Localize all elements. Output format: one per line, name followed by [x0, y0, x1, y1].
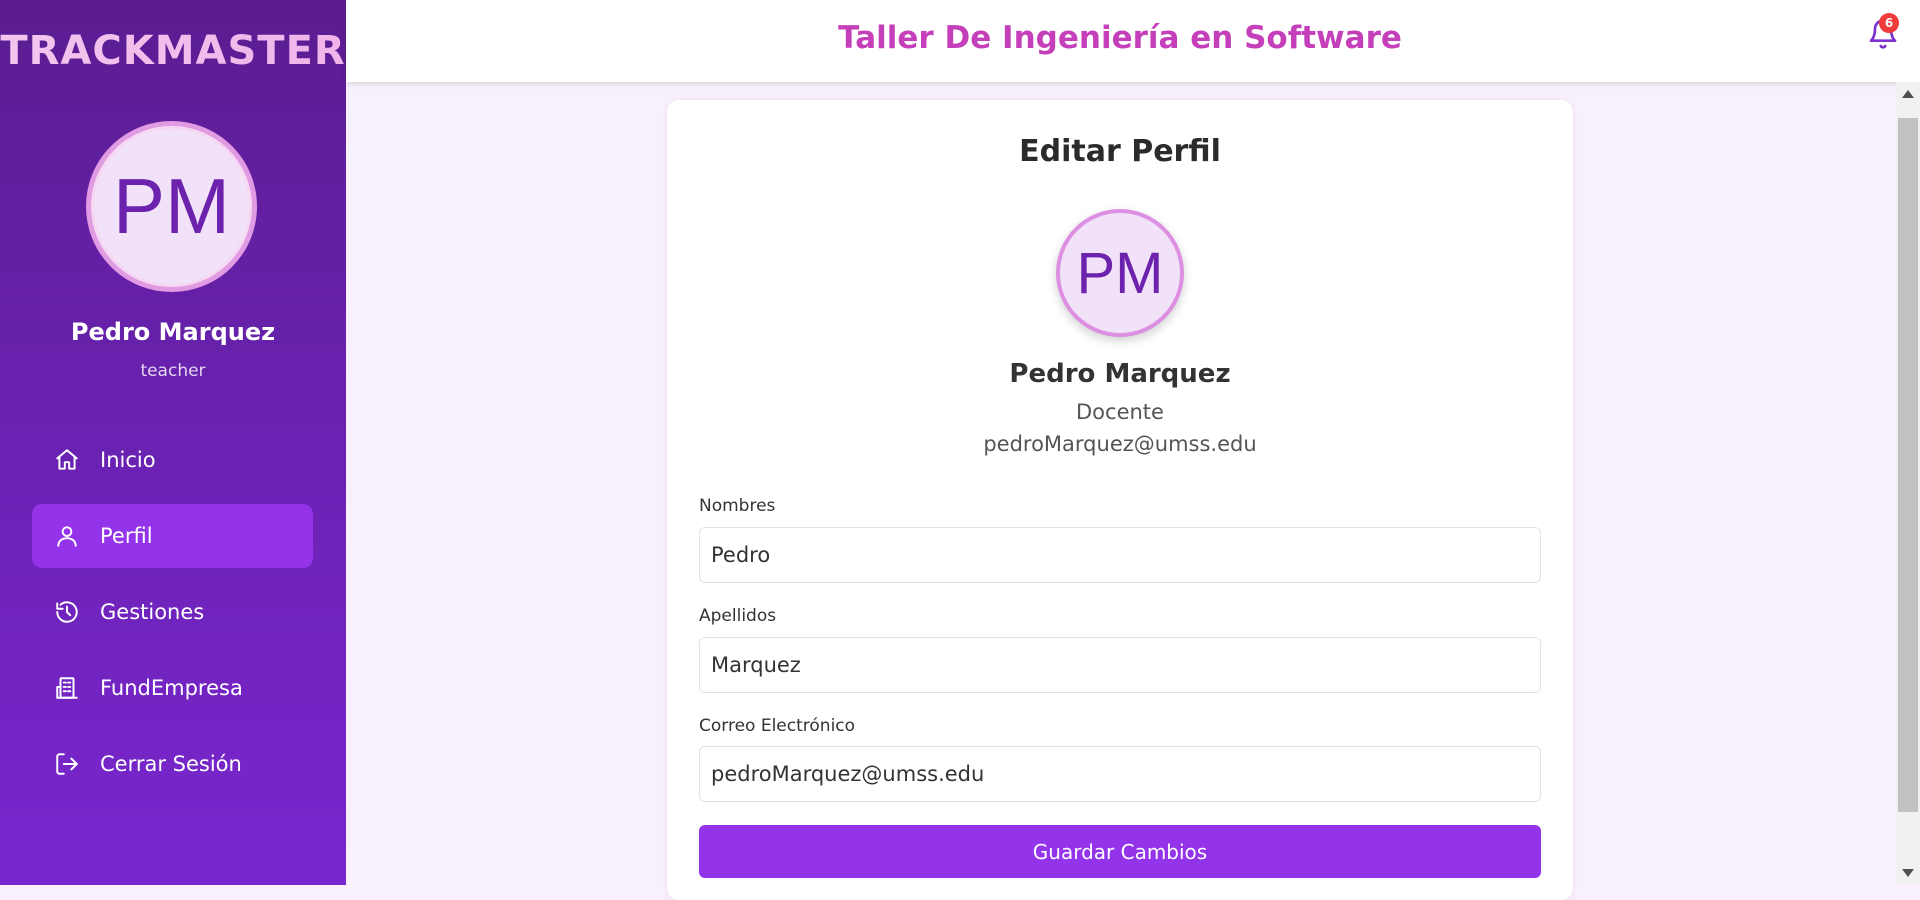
- nombres-label: Nombres: [699, 496, 776, 516]
- sidebar: TRACKMASTER PM Pedro Marquez teacher Ini…: [0, 0, 346, 885]
- sidebar-item-label: Gestiones: [100, 600, 205, 624]
- profile-name: Pedro Marquez: [1009, 359, 1231, 389]
- edit-profile-card: Editar Perfil PM Pedro Marquez Docente p…: [667, 100, 1573, 900]
- logout-icon: [54, 751, 80, 777]
- page-scrollbar[interactable]: [1896, 82, 1920, 885]
- card-title: Editar Perfil: [1019, 134, 1221, 169]
- notification-badge: 6: [1879, 13, 1899, 33]
- sidebar-avatar: PM: [86, 121, 257, 292]
- scroll-up-arrow-icon[interactable]: [1902, 90, 1914, 98]
- save-button[interactable]: Guardar Cambios: [699, 825, 1541, 878]
- sidebar-item-fundempresa[interactable]: FundEmpresa: [32, 656, 313, 720]
- sidebar-item-perfil[interactable]: Perfil: [32, 504, 313, 568]
- user-icon: [54, 523, 80, 549]
- top-header: Taller De Ingeniería en Software 6: [346, 0, 1920, 82]
- sidebar-item-label: Perfil: [100, 524, 153, 548]
- apellidos-input[interactable]: [699, 637, 1541, 693]
- sidebar-item-label: FundEmpresa: [100, 676, 243, 700]
- sidebar-item-cerrar-sesion[interactable]: Cerrar Sesión: [32, 732, 313, 796]
- home-icon: [54, 447, 80, 473]
- scroll-down-arrow-icon[interactable]: [1902, 869, 1914, 877]
- sidebar-nav: Inicio Perfil Gestiones FundEmpresa Cerr…: [32, 428, 313, 808]
- scrollbar-thumb[interactable]: [1898, 118, 1918, 812]
- page-title: Taller De Ingeniería en Software: [838, 20, 1402, 56]
- brand-logo: TRACKMASTER: [0, 28, 346, 74]
- correo-label: Correo Electrónico: [699, 716, 856, 736]
- building-icon: [54, 675, 80, 701]
- profile-avatar: PM: [1056, 209, 1184, 337]
- sidebar-user-name: Pedro Marquez: [70, 318, 276, 346]
- profile-email: pedroMarquez@umss.edu: [983, 432, 1257, 456]
- nombres-input[interactable]: [699, 527, 1541, 583]
- sidebar-item-gestiones[interactable]: Gestiones: [32, 580, 313, 644]
- apellidos-label: Apellidos: [699, 606, 777, 626]
- sidebar-item-label: Inicio: [100, 448, 156, 472]
- sidebar-user-role: teacher: [140, 361, 206, 381]
- sidebar-item-label: Cerrar Sesión: [100, 752, 242, 776]
- profile-role: Docente: [1076, 400, 1164, 424]
- email-field[interactable]: [699, 746, 1541, 802]
- sidebar-item-inicio[interactable]: Inicio: [32, 428, 313, 492]
- history-icon: [54, 599, 80, 625]
